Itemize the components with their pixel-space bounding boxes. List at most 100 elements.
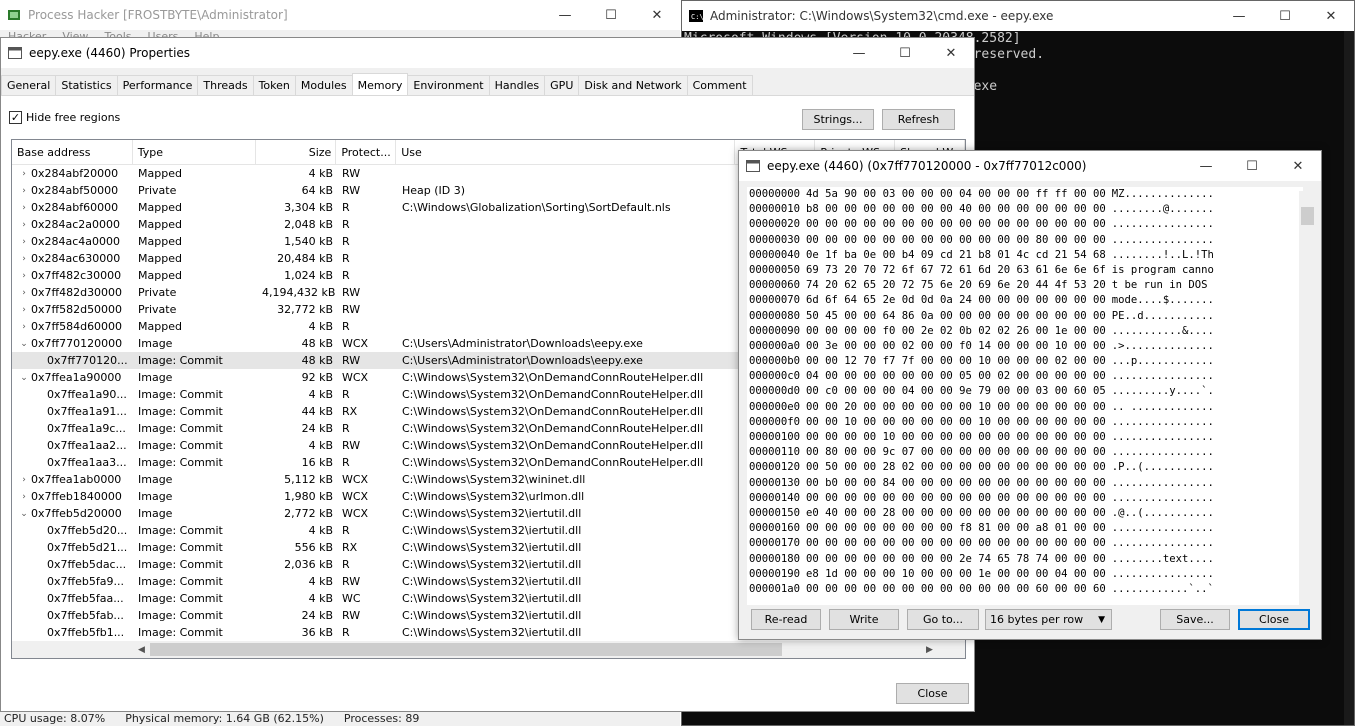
expand-icon[interactable]: › bbox=[17, 288, 31, 298]
save-button[interactable]: Save... bbox=[1160, 609, 1230, 630]
collapse-icon[interactable]: ⌄ bbox=[17, 339, 31, 349]
expand-icon[interactable]: › bbox=[17, 305, 31, 315]
base-address-cell: 0x7ffeb5faa... bbox=[12, 592, 133, 605]
reread-button[interactable]: Re-read bbox=[751, 609, 821, 630]
protection-cell: R bbox=[342, 422, 350, 435]
expand-icon[interactable]: › bbox=[17, 475, 31, 485]
expand-icon[interactable]: › bbox=[17, 271, 31, 281]
minimize-icon[interactable]: — bbox=[836, 38, 882, 68]
hex-line: 00000160 00 00 00 00 00 00 00 00 f8 81 00… bbox=[747, 521, 1303, 536]
scrollbar-thumb[interactable] bbox=[150, 643, 782, 656]
checkbox-check-icon[interactable]: ✓ bbox=[9, 111, 22, 124]
protection-cell: WC bbox=[342, 592, 361, 605]
close-icon[interactable]: ✕ bbox=[1275, 151, 1321, 181]
tab-memory[interactable]: Memory bbox=[351, 73, 409, 95]
hide-free-regions-checkbox[interactable]: ✓ Hide free regions bbox=[9, 111, 120, 124]
expand-icon[interactable]: › bbox=[17, 237, 31, 247]
hex-view[interactable]: 00000000 4d 5a 90 00 03 00 00 00 04 00 00… bbox=[747, 187, 1303, 605]
tab-disk-and-network[interactable]: Disk and Network bbox=[578, 75, 688, 95]
tab-token[interactable]: Token bbox=[252, 75, 296, 95]
expand-icon[interactable]: › bbox=[17, 169, 31, 179]
write-button[interactable]: Write bbox=[829, 609, 899, 630]
close-icon[interactable]: ✕ bbox=[928, 38, 974, 68]
hide-free-regions-label: Hide free regions bbox=[26, 111, 121, 124]
minimize-icon[interactable]: — bbox=[1183, 151, 1229, 181]
use-cell: C:\Windows\System32\iertutil.dll bbox=[402, 592, 582, 605]
properties-titlebar: eepy.exe (4460) Properties — ☐ ✕ bbox=[1, 38, 974, 68]
type-cell: Image: Commit bbox=[138, 541, 223, 554]
base-address-text: 0x7ffea1aa3... bbox=[47, 456, 127, 469]
expand-icon[interactable]: › bbox=[17, 220, 31, 230]
tab-environment[interactable]: Environment bbox=[407, 75, 490, 95]
type-cell: Mapped bbox=[138, 269, 182, 282]
base-address-text: 0x7ff584d60000 bbox=[31, 320, 123, 333]
tab-performance[interactable]: Performance bbox=[116, 75, 199, 95]
expand-icon[interactable]: › bbox=[17, 254, 31, 264]
hex-ascii: .@..(........... bbox=[1111, 506, 1214, 519]
collapse-icon[interactable]: ⌄ bbox=[17, 509, 31, 519]
maximize-icon[interactable]: ☐ bbox=[882, 38, 928, 68]
expand-icon[interactable]: › bbox=[17, 186, 31, 196]
scroll-right-icon[interactable]: ▶ bbox=[926, 645, 933, 655]
tab-handles[interactable]: Handles bbox=[488, 75, 546, 95]
close-icon[interactable]: ✕ bbox=[634, 0, 680, 30]
hex-bytes: 00 50 00 00 28 02 00 00 00 00 00 00 00 0… bbox=[806, 461, 1106, 474]
hex-line: 00000070 6d 6f 64 65 2e 0d 0d 0a 24 00 00… bbox=[747, 293, 1303, 308]
minimize-icon[interactable]: — bbox=[542, 0, 588, 30]
tab-general[interactable]: General bbox=[1, 75, 57, 95]
protection-cell: R bbox=[342, 252, 350, 265]
maximize-icon[interactable]: ☐ bbox=[1262, 1, 1308, 31]
base-address-cell: 0x7ffeb5d20... bbox=[12, 524, 133, 537]
hex-line: 00000120 00 50 00 00 28 02 00 00 00 00 00… bbox=[747, 460, 1303, 475]
hex-close-button[interactable]: Close bbox=[1238, 609, 1310, 630]
expand-icon[interactable]: › bbox=[17, 203, 31, 213]
type-cell: Image bbox=[138, 337, 173, 350]
properties-close-button[interactable]: Close bbox=[896, 683, 969, 704]
column-header[interactable]: Use bbox=[396, 140, 736, 164]
cmd-scrollbar[interactable] bbox=[1344, 31, 1354, 725]
goto-button[interactable]: Go to... bbox=[907, 609, 979, 630]
base-address-cell: 0x7ff770120... bbox=[12, 354, 133, 367]
column-header[interactable]: Size bbox=[256, 140, 337, 164]
type-cell: Image bbox=[138, 371, 173, 384]
hex-line: 00000030 00 00 00 00 00 00 00 00 00 00 00… bbox=[747, 233, 1303, 248]
close-icon[interactable]: ✕ bbox=[1308, 1, 1354, 31]
hex-bytes: 50 45 00 00 64 86 0a 00 00 00 00 00 00 0… bbox=[806, 309, 1106, 322]
base-address-cell: ⌄ 0x7ffea1a90000 bbox=[12, 371, 133, 384]
status-text: CPU usage: 8.07% bbox=[4, 712, 106, 725]
strings-button[interactable]: Strings... bbox=[802, 109, 874, 130]
scroll-left-icon[interactable]: ◀ bbox=[138, 645, 145, 655]
maximize-icon[interactable]: ☐ bbox=[588, 0, 634, 30]
hex-bytes: 00 c0 00 00 00 04 00 00 9e 79 00 00 03 0… bbox=[806, 385, 1106, 398]
tab-gpu[interactable]: GPU bbox=[544, 75, 580, 95]
collapse-icon[interactable]: ⌄ bbox=[17, 373, 31, 383]
maximize-icon[interactable]: ☐ bbox=[1229, 151, 1275, 181]
refresh-button[interactable]: Refresh bbox=[882, 109, 955, 130]
protection-cell: R bbox=[342, 456, 350, 469]
tab-comment[interactable]: Comment bbox=[686, 75, 753, 95]
horizontal-scrollbar[interactable]: ◀ ▶ bbox=[12, 641, 965, 658]
use-cell: C:\Windows\System32\iertutil.dll bbox=[402, 626, 582, 639]
protection-cell: WCX bbox=[342, 473, 369, 486]
tab-statistics[interactable]: Statistics bbox=[55, 75, 118, 95]
tab-threads[interactable]: Threads bbox=[197, 75, 254, 95]
column-header[interactable]: Protect... bbox=[336, 140, 397, 164]
expand-icon[interactable]: › bbox=[17, 322, 31, 332]
size-cell: 24 kB bbox=[301, 609, 333, 622]
bytes-per-row-select[interactable]: 16 bytes per row ▼ bbox=[985, 609, 1112, 630]
hex-bytes: 00 b0 00 00 84 00 00 00 00 00 00 00 00 0… bbox=[806, 476, 1106, 489]
type-cell: Image: Commit bbox=[138, 405, 223, 418]
scrollbar-thumb[interactable] bbox=[1301, 207, 1314, 225]
hex-bytes: 00 00 00 00 00 00 00 00 00 00 00 00 00 0… bbox=[806, 491, 1106, 504]
expand-icon[interactable]: › bbox=[17, 492, 31, 502]
hex-vertical-scrollbar[interactable] bbox=[1299, 191, 1316, 605]
hex-title: eepy.exe (4460) (0x7ff770120000 - 0x7ff7… bbox=[767, 159, 1087, 173]
column-header[interactable]: Base address bbox=[12, 140, 133, 164]
hex-offset: 000000f0 bbox=[749, 415, 801, 428]
minimize-icon[interactable]: — bbox=[1216, 1, 1262, 31]
hex-ascii: .. ............. bbox=[1111, 400, 1214, 413]
hex-offset: 000000d0 bbox=[749, 385, 801, 398]
column-header[interactable]: Type bbox=[133, 140, 257, 164]
tab-modules[interactable]: Modules bbox=[294, 75, 353, 95]
type-cell: Mapped bbox=[138, 320, 182, 333]
